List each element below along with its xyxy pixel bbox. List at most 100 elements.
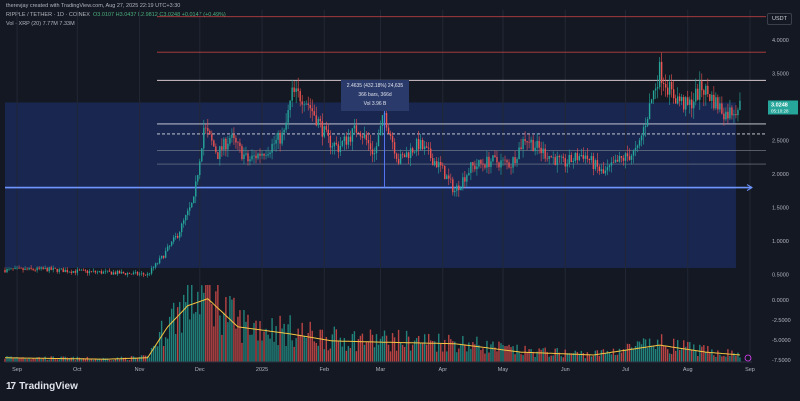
volume-bar [705,351,707,362]
volume-bar [389,351,392,362]
volume-bar [291,340,293,362]
volume-bar [369,329,372,362]
candle-body [317,118,319,126]
tradingview-footer[interactable]: 17 TradingView [6,381,78,392]
volume-bar [570,353,572,362]
candle-body [365,134,368,140]
candle-body [371,149,374,155]
measure-tooltip: 2.4635 (432.18%) 24,635 366 bars, 366d V… [341,80,409,111]
volume-bar [729,355,731,362]
candle-body [582,155,585,159]
candle-body [142,273,145,275]
volume-bar [203,292,205,362]
candle-body [550,156,552,158]
candle-body [616,159,619,162]
candle-body [703,90,705,95]
candle-body [293,87,295,92]
candle-body [195,181,197,197]
volume-bar [656,339,659,362]
volume-bar [86,356,89,362]
time-tick-11: Aug [683,367,693,373]
volume-bar [460,343,462,362]
candle-body [679,96,681,102]
candle-body [486,156,488,168]
volume-bar [50,356,52,362]
candle-body [691,99,693,109]
candle-body [213,140,215,147]
candle-body [496,157,498,163]
volume-bar [156,346,159,362]
candle-body [395,153,398,159]
volume-bar [297,328,299,362]
candle-body [144,274,147,276]
candle-body [259,153,261,156]
candle-body [122,271,125,274]
candle-body [713,94,715,109]
candle-body [642,127,645,136]
candle-body [409,148,412,158]
volume-bar [102,357,105,362]
candle-body [421,140,424,150]
candle-body [450,178,452,180]
volume-bar [191,285,193,362]
candle-body [341,141,344,146]
candle-body [369,143,372,150]
candle-body [626,153,629,157]
candle-body [50,267,52,270]
candle-body [295,88,297,92]
candle-body [20,267,22,269]
candle-body [452,179,454,193]
volume-bar [668,353,671,362]
candle-body [727,111,729,119]
volume-bar [512,346,514,362]
volume-bar [215,291,217,362]
candle-body [209,130,211,135]
candle-body [492,155,494,162]
candle-body [415,139,418,152]
candle-body [261,153,263,156]
volume-bar [472,342,474,362]
candle-body [108,270,111,272]
candle-body [78,269,81,271]
volume-bar [542,348,544,362]
measure-bars: 366 bars, 366d [358,92,392,98]
volume-bar [642,338,645,362]
volume-bar [540,349,542,362]
price-chart[interactable]: 4.00003.50003.00002.50002.00001.50001.00… [0,0,800,401]
candle-body [373,153,376,155]
candle-body [707,85,709,95]
candle-body [432,158,434,166]
candle-body [299,91,301,102]
candle-body [102,271,105,274]
candle-body [207,128,209,131]
candle-body [650,99,653,104]
candle-body [413,151,416,153]
volume-bar [608,352,611,362]
volume-bar [395,350,398,362]
candle-body [273,143,275,145]
volume-bar [648,338,651,362]
volume-bar [504,346,506,362]
volume-bar [594,350,597,362]
candle-body [174,235,177,238]
volume-bar [393,337,396,362]
candle-body [160,255,163,259]
candle-body [654,88,657,91]
candle-body [693,101,695,109]
volume-bar [227,322,229,362]
volume-bar [255,320,257,362]
candle-body [427,147,430,149]
candle-body [94,270,97,273]
time-tick-0: Sep [12,367,22,373]
volume-bar [277,345,279,362]
volume-bar [731,350,733,362]
candle-body [128,273,131,274]
volume-bar [183,294,185,362]
candle-body [74,271,76,273]
candle-body [307,103,309,105]
candle-body [90,271,93,272]
volume-bar [219,315,221,362]
volume-bar [211,303,213,362]
volume-bar [739,357,741,362]
candle-body [725,111,727,120]
